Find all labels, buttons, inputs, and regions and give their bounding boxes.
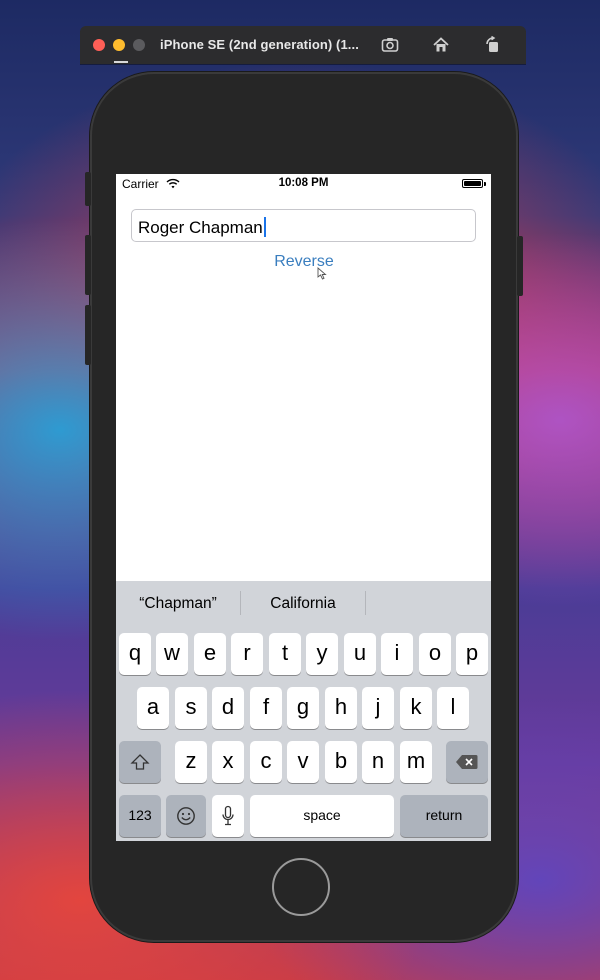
name-text-field[interactable]: Roger Chapman (131, 209, 476, 242)
text-field-value: Roger Chapman (138, 218, 263, 237)
key-d[interactable]: d (212, 687, 244, 729)
battery-icon (462, 179, 483, 188)
close-window-button[interactable] (93, 39, 105, 51)
key-f[interactable]: f (250, 687, 282, 729)
key-a[interactable]: a (137, 687, 169, 729)
volume-up-button (85, 235, 91, 295)
key-v[interactable]: v (287, 741, 319, 783)
key-g[interactable]: g (287, 687, 319, 729)
reverse-button[interactable]: Reverse (266, 251, 342, 273)
numbers-key[interactable]: 123 (119, 795, 161, 837)
focus-indicator (114, 61, 128, 63)
emoji-key[interactable] (166, 795, 206, 837)
key-r[interactable]: r (231, 633, 263, 675)
key-t[interactable]: t (269, 633, 301, 675)
key-s[interactable]: s (175, 687, 207, 729)
key-m[interactable]: m (400, 741, 432, 783)
key-p[interactable]: p (456, 633, 488, 675)
shift-icon (130, 754, 150, 770)
key-j[interactable]: j (362, 687, 394, 729)
key-z[interactable]: z (175, 741, 207, 783)
suggestion-divider (365, 591, 366, 615)
key-y[interactable]: y (306, 633, 338, 675)
mouse-pointer-icon (317, 267, 327, 280)
key-u[interactable]: u (344, 633, 376, 675)
key-b[interactable]: b (325, 741, 357, 783)
zoom-window-button[interactable] (133, 39, 145, 51)
predictive-bar: “Chapman” California (116, 581, 491, 627)
key-k[interactable]: k (400, 687, 432, 729)
suggestion-2[interactable]: California (241, 595, 365, 613)
battery-tip (484, 182, 486, 186)
text-cursor (263, 217, 266, 237)
device-screen: Carrier 10:08 PM Roger Chapman Reverse “… (116, 174, 491, 841)
emoji-icon (177, 807, 195, 825)
power-button (517, 236, 523, 296)
key-w[interactable]: w (156, 633, 188, 675)
status-bar: Carrier 10:08 PM (116, 174, 491, 194)
home-icon[interactable] (431, 35, 451, 55)
home-button[interactable] (272, 858, 330, 916)
space-key[interactable]: space (250, 795, 394, 837)
key-o[interactable]: o (419, 633, 451, 675)
minimize-window-button[interactable] (113, 39, 125, 51)
dictation-key[interactable] (212, 795, 244, 837)
silent-switch (85, 172, 91, 206)
window-title: iPhone SE (2nd generation) (1... (160, 37, 359, 52)
key-q[interactable]: q (119, 633, 151, 675)
simulator-title-bar: iPhone SE (2nd generation) (1... (80, 26, 526, 64)
shift-key[interactable] (119, 741, 161, 783)
microphone-icon (222, 805, 234, 826)
key-i[interactable]: i (381, 633, 413, 675)
status-time: 10:08 PM (278, 177, 329, 189)
software-keyboard: “Chapman” California q w e r t y u i o p… (116, 581, 491, 841)
return-key[interactable]: return (400, 795, 488, 837)
key-c[interactable]: c (250, 741, 282, 783)
rotate-icon[interactable] (483, 35, 503, 55)
screenshot-icon[interactable] (380, 35, 400, 55)
delete-key[interactable] (446, 741, 488, 783)
volume-down-button (85, 305, 91, 365)
key-h[interactable]: h (325, 687, 357, 729)
delete-icon (456, 755, 478, 769)
key-x[interactable]: x (212, 741, 244, 783)
key-e[interactable]: e (194, 633, 226, 675)
key-l[interactable]: l (437, 687, 469, 729)
key-n[interactable]: n (362, 741, 394, 783)
suggestion-1[interactable]: “Chapman” (116, 595, 240, 613)
